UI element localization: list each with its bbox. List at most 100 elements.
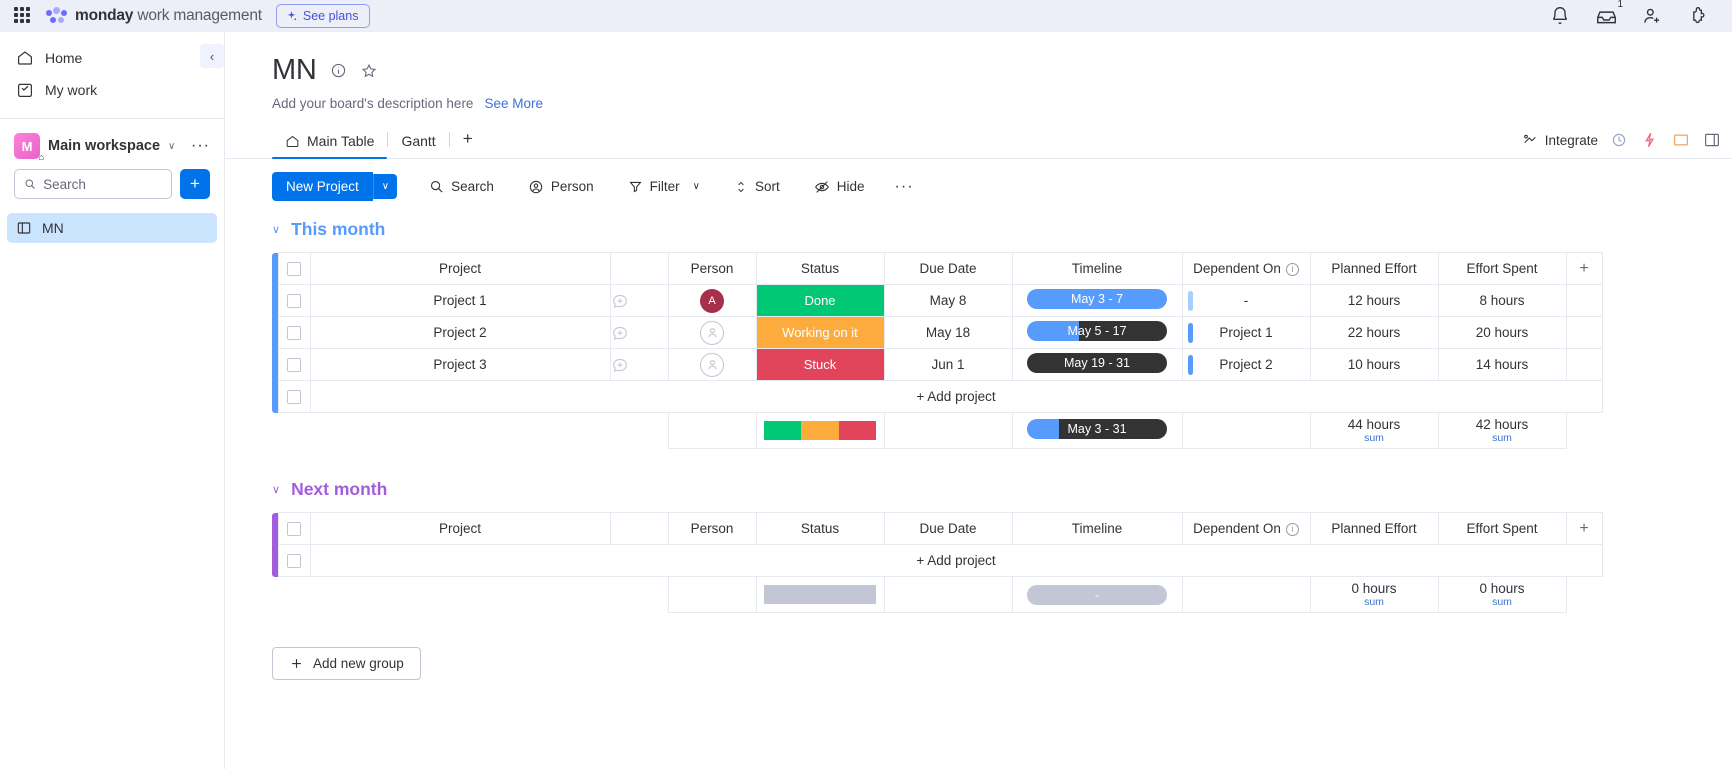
column-header-dependent-on[interactable]: Dependent On i bbox=[1181, 512, 1311, 545]
automate-icon[interactable] bbox=[1609, 130, 1629, 150]
sidebar-item-my-work[interactable]: My work bbox=[0, 74, 224, 106]
add-board-button[interactable]: + bbox=[180, 169, 210, 199]
star-icon[interactable] bbox=[360, 62, 378, 80]
sidebar-item-board-mn[interactable]: MN bbox=[7, 213, 217, 243]
timeline-pill[interactable]: May 19 - 31 bbox=[1027, 353, 1167, 373]
cell-dependent-on[interactable]: - bbox=[1181, 284, 1311, 317]
cell-person[interactable] bbox=[667, 316, 757, 349]
notifications-bell-icon[interactable] bbox=[1550, 6, 1570, 26]
cell-effort-spent[interactable]: 14 hours bbox=[1437, 348, 1567, 381]
status-badge[interactable]: Working on it bbox=[756, 317, 884, 348]
new-project-button[interactable]: New Project bbox=[272, 172, 373, 201]
board-title[interactable]: MN bbox=[272, 54, 317, 87]
cell-project-name[interactable]: Project 2 bbox=[309, 316, 611, 349]
avatar-placeholder[interactable] bbox=[700, 352, 724, 377]
column-header-project[interactable]: Project bbox=[309, 252, 611, 285]
add-column-button[interactable]: + bbox=[1565, 512, 1603, 545]
search-input-wrapper[interactable] bbox=[14, 169, 172, 199]
add-new-group-button[interactable]: Add new group bbox=[272, 647, 421, 680]
cell-planned-effort[interactable]: 12 hours bbox=[1309, 284, 1439, 317]
cell-updates[interactable] bbox=[609, 316, 669, 349]
select-all-checkbox[interactable] bbox=[287, 522, 301, 537]
cell-dependent-on[interactable]: Project 2 bbox=[1181, 348, 1311, 381]
cell-updates[interactable] bbox=[609, 284, 669, 317]
column-header-due-date[interactable]: Due Date bbox=[883, 512, 1013, 545]
column-header-person[interactable]: Person bbox=[667, 512, 757, 545]
cell-status[interactable]: Done bbox=[755, 284, 885, 317]
add-column-button[interactable]: + bbox=[1565, 252, 1603, 285]
row-checkbox[interactable] bbox=[287, 358, 301, 373]
cell-project-name[interactable]: Project 3 bbox=[309, 348, 611, 381]
column-header-effort-spent[interactable]: Effort Spent bbox=[1437, 252, 1567, 285]
cell-dependent-on[interactable]: Project 1 bbox=[1181, 316, 1311, 349]
cell-person[interactable] bbox=[667, 348, 757, 381]
add-project-row[interactable]: + Add project bbox=[272, 544, 1603, 577]
new-project-dropdown-button[interactable]: ∨ bbox=[372, 174, 398, 199]
sort-button[interactable]: Sort bbox=[724, 173, 790, 200]
apps-grid-icon[interactable] bbox=[14, 7, 32, 25]
info-icon[interactable]: i bbox=[1285, 522, 1299, 536]
summary-timeline[interactable]: May 3 - 31 bbox=[1011, 412, 1183, 449]
cell-due-date[interactable]: May 18 bbox=[883, 316, 1013, 349]
collapse-sidebar-button[interactable]: ‹ bbox=[200, 44, 224, 68]
table-row[interactable]: Project 1 A Done May 8 May 3 - 7 - 12 ho… bbox=[272, 284, 1603, 317]
timeline-pill[interactable]: May 3 - 7 bbox=[1027, 289, 1167, 309]
info-icon[interactable]: i bbox=[1285, 262, 1299, 276]
column-header-status[interactable]: Status bbox=[755, 252, 885, 285]
filter-button[interactable]: Filter ∨ bbox=[618, 173, 710, 200]
cell-timeline[interactable]: May 19 - 31 bbox=[1011, 348, 1183, 381]
invite-member-icon[interactable] bbox=[1642, 6, 1662, 26]
column-header-planned-effort[interactable]: Planned Effort bbox=[1309, 252, 1439, 285]
table-row[interactable]: Project 2 Working on it May 18 May 5 - 1… bbox=[272, 316, 1603, 349]
column-header-planned-effort[interactable]: Planned Effort bbox=[1309, 512, 1439, 545]
see-more-link[interactable]: See More bbox=[484, 96, 543, 111]
avatar-placeholder[interactable] bbox=[700, 320, 724, 345]
column-header-person[interactable]: Person bbox=[667, 252, 757, 285]
tab-main-table[interactable]: Main Table bbox=[272, 128, 388, 159]
row-checkbox[interactable] bbox=[287, 390, 301, 405]
group-title[interactable]: This month bbox=[291, 219, 385, 240]
search-button[interactable]: Search bbox=[419, 173, 504, 200]
monday-logo-icon[interactable] bbox=[46, 5, 68, 27]
summary-timeline[interactable]: - bbox=[1011, 576, 1183, 613]
group-title[interactable]: Next month bbox=[291, 479, 387, 500]
chevron-down-icon[interactable]: ∨ bbox=[693, 181, 700, 192]
cell-updates[interactable] bbox=[609, 348, 669, 381]
tab-gantt[interactable]: Gantt bbox=[388, 128, 448, 158]
more-options-button[interactable]: ··· bbox=[885, 176, 924, 198]
summary-status[interactable] bbox=[755, 576, 885, 613]
board-power-ups-icon[interactable] bbox=[1640, 130, 1660, 150]
table-row[interactable]: Project 3 Stuck Jun 1 May 19 - 31 Projec… bbox=[272, 348, 1603, 381]
column-header-dependent-on[interactable]: Dependent On i bbox=[1181, 252, 1311, 285]
sidebar-search-input[interactable] bbox=[43, 176, 162, 192]
avatar[interactable]: A bbox=[700, 288, 724, 313]
chevron-down-icon[interactable]: ∨ bbox=[168, 141, 175, 152]
board-invite-icon[interactable] bbox=[1671, 130, 1691, 150]
board-menu-icon[interactable] bbox=[1702, 130, 1722, 150]
inbox-icon[interactable]: 1 bbox=[1596, 0, 1623, 26]
person-filter-button[interactable]: Person bbox=[518, 173, 604, 201]
apps-marketplace-icon[interactable] bbox=[1688, 6, 1708, 26]
status-badge[interactable]: Stuck bbox=[756, 349, 884, 380]
cell-effort-spent[interactable]: 20 hours bbox=[1437, 316, 1567, 349]
row-checkbox[interactable] bbox=[287, 326, 301, 341]
row-checkbox[interactable] bbox=[287, 294, 301, 309]
add-update-icon[interactable] bbox=[611, 292, 668, 310]
add-view-button[interactable]: + bbox=[450, 127, 486, 158]
cell-status[interactable]: Stuck bbox=[755, 348, 885, 381]
add-update-icon[interactable] bbox=[611, 356, 668, 374]
cell-person[interactable]: A bbox=[667, 284, 757, 317]
cell-timeline[interactable]: May 5 - 17 bbox=[1011, 316, 1183, 349]
cell-status[interactable]: Working on it bbox=[755, 316, 885, 349]
column-header-timeline[interactable]: Timeline bbox=[1011, 512, 1183, 545]
group-collapse-icon[interactable]: ∨ bbox=[272, 483, 280, 496]
status-badge[interactable]: Done bbox=[756, 285, 884, 316]
see-plans-button[interactable]: See plans bbox=[275, 4, 371, 28]
add-project-row[interactable]: + Add project bbox=[272, 380, 1603, 413]
cell-due-date[interactable]: May 8 bbox=[883, 284, 1013, 317]
workspace-selector[interactable]: M ⌂ Main workspace ∨ ··· bbox=[0, 119, 224, 169]
column-header-timeline[interactable]: Timeline bbox=[1011, 252, 1183, 285]
add-update-icon[interactable] bbox=[611, 324, 668, 342]
row-checkbox[interactable] bbox=[287, 554, 301, 569]
cell-due-date[interactable]: Jun 1 bbox=[883, 348, 1013, 381]
